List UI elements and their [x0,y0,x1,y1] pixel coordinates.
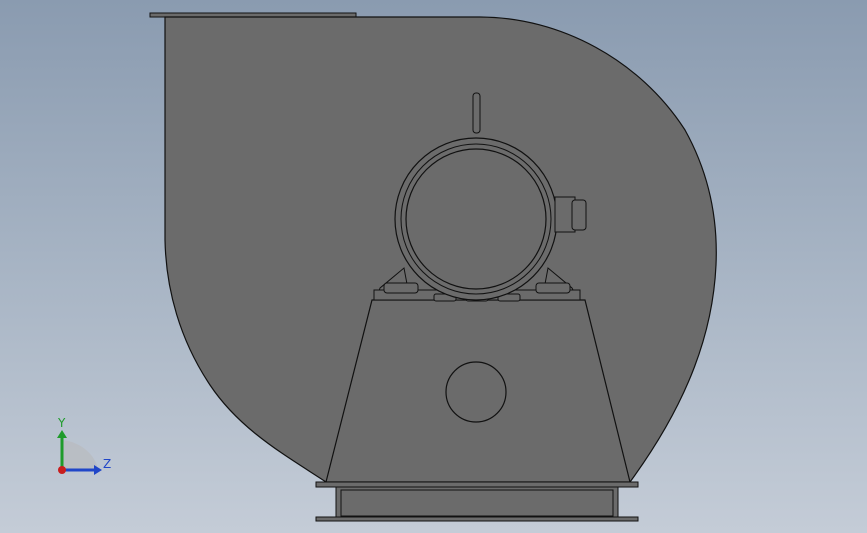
bolt-left [383,282,419,294]
model-view[interactable]: Y Z [0,0,867,533]
triad-plane-shading [62,440,98,470]
y-axis-arrow [57,430,67,438]
x-axis-dot [58,466,66,474]
lifting-eye [472,92,481,134]
pedestal[interactable] [315,299,639,522]
access-hole [445,361,507,423]
bolt-right [535,282,571,294]
base-channel-inner [340,489,614,517]
y-axis-label: Y [57,416,66,430]
graphics-viewport[interactable]: Y Z [0,0,867,533]
orientation-triad[interactable]: Y Z [57,416,111,475]
z-axis-arrow [94,465,102,475]
terminal-box-cap [571,199,587,231]
z-axis-label: Z [103,457,111,471]
motor-end-cover [405,148,547,290]
base-plate-bottom [315,516,639,522]
base-plate-top [315,481,639,488]
